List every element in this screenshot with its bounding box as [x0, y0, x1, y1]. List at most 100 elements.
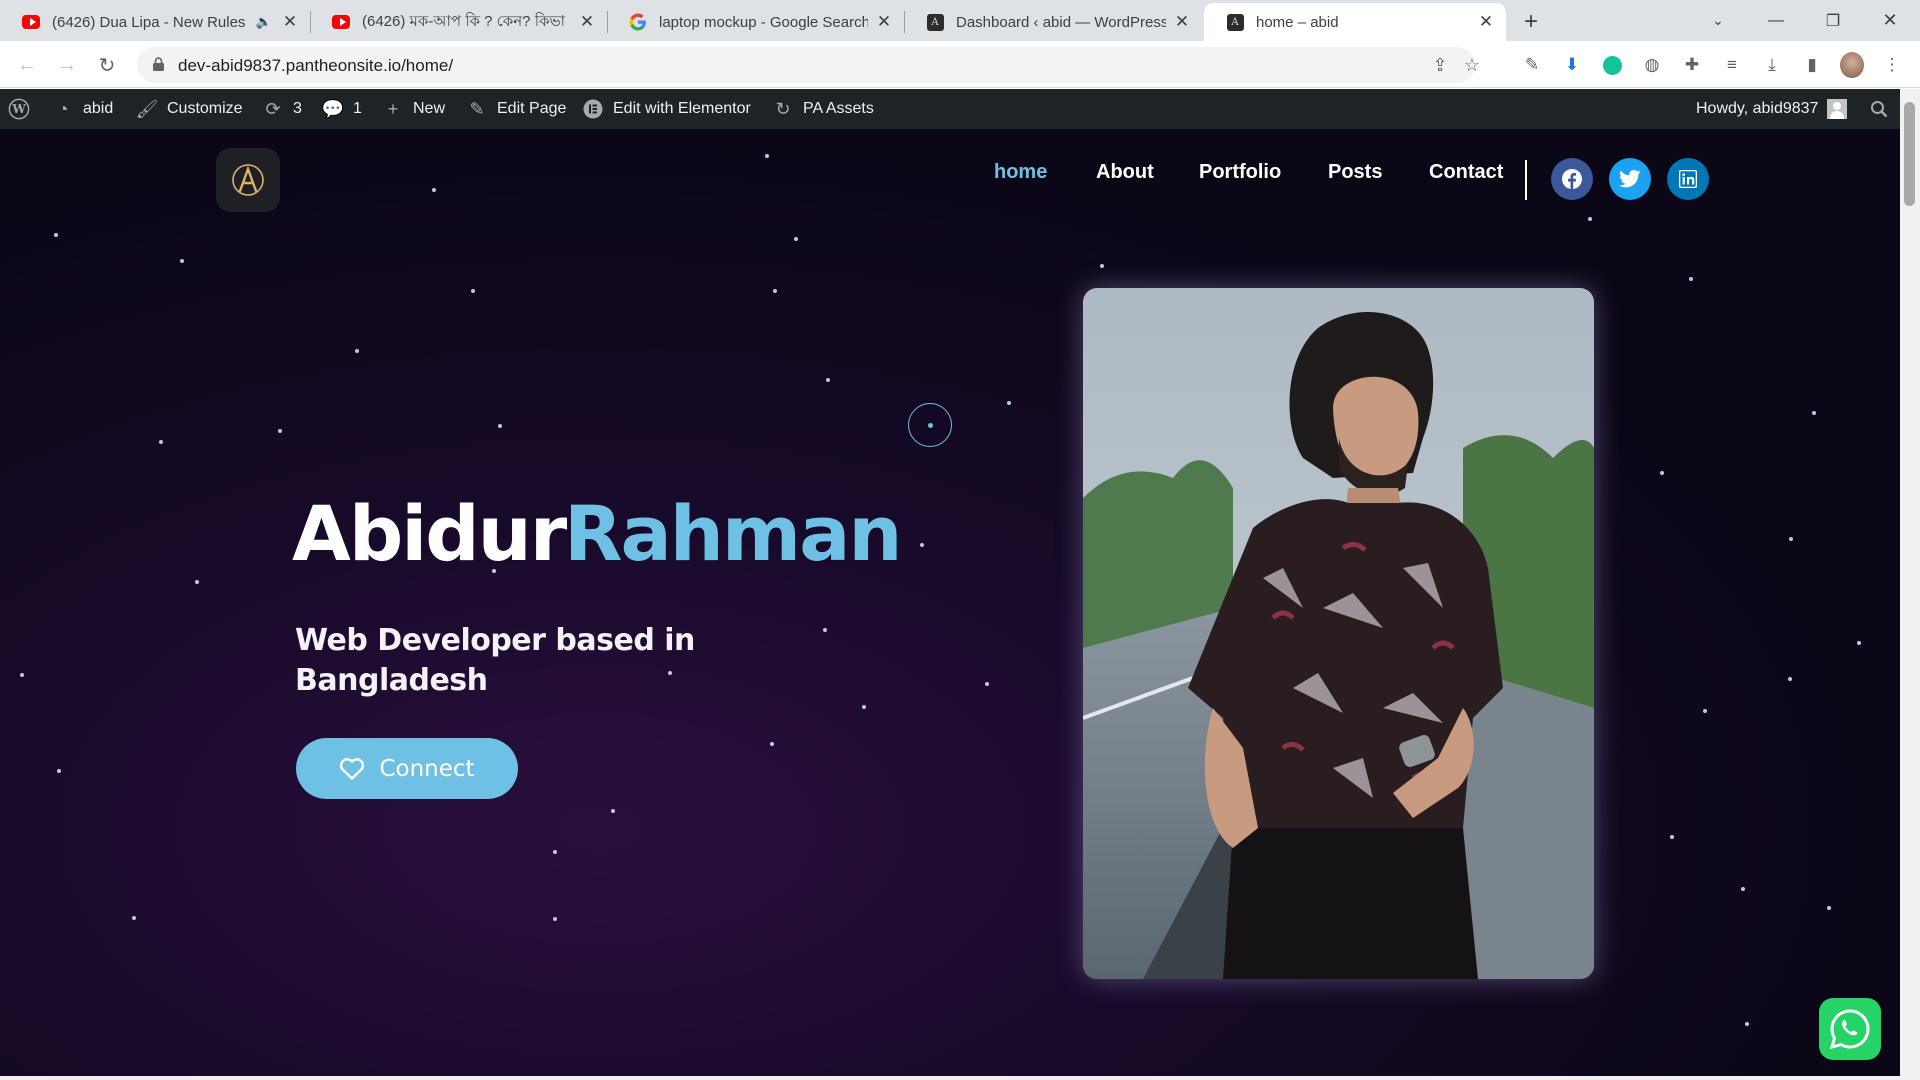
pencil-icon: ✎ [469, 98, 485, 119]
connect-button[interactable]: Connect [296, 738, 518, 799]
tab-title: (6426) Dua Lipa - New Rules [52, 13, 246, 31]
downloads-icon[interactable]: ⤓ [1760, 53, 1784, 77]
site-logo[interactable] [216, 148, 280, 212]
tab-title: home – abid [1256, 13, 1339, 31]
admin-new-content[interactable]: + New [382, 89, 445, 129]
site-logo-mark-icon [232, 164, 264, 196]
linkedin-icon [1679, 170, 1697, 188]
facebook-icon [1562, 169, 1582, 189]
scrollbar-thumb[interactable] [1904, 102, 1915, 206]
admin-search[interactable] [1868, 89, 1890, 129]
tab-title: (6426) মক-আপ কি ? কেন? কিভা [362, 12, 566, 30]
twitter-button[interactable] [1609, 158, 1651, 200]
hero-subtitle: Web Developer based in Bangladesh [295, 623, 695, 698]
download-manager-extension-icon[interactable]: ⬇ [1560, 53, 1584, 77]
nav-about[interactable]: About [1096, 161, 1154, 184]
elementor-label: Edit with Elementor [613, 100, 751, 117]
address-bar[interactable]: dev-abid9837.pantheonsite.io/home/ ⇪ ☆ [137, 47, 1480, 83]
media-controls-icon[interactable]: ≡ [1720, 53, 1744, 77]
connect-label: Connect [379, 755, 475, 782]
wordpress-logo-icon: W [8, 98, 30, 120]
tab-home-abid[interactable]: A home – abid ✕ [1204, 3, 1506, 41]
share-icon[interactable]: ⇪ [1429, 54, 1451, 76]
close-tab-icon[interactable]: ✕ [577, 12, 597, 32]
search-icon [1868, 98, 1890, 120]
globe-extension-icon[interactable]: ◍ [1640, 53, 1664, 77]
heart-icon [340, 757, 365, 780]
speaker-muted-icon[interactable]: 🔈 [254, 12, 274, 32]
updates-count: 3 [293, 100, 302, 117]
comment-bubble-icon: 💬 [321, 98, 345, 119]
lock-icon[interactable] [153, 57, 164, 71]
twitter-icon [1619, 169, 1641, 188]
linkedin-button[interactable] [1667, 158, 1709, 200]
youtube-icon [332, 13, 350, 31]
tab-search-chevron-icon[interactable]: ⌄ [1695, 0, 1741, 41]
nav-portfolio[interactable]: Portfolio [1199, 161, 1281, 184]
admin-pa-assets[interactable]: ↻ PA Assets [772, 89, 874, 129]
facebook-button[interactable] [1551, 158, 1593, 200]
elementor-icon [582, 98, 604, 120]
comments-count: 1 [353, 100, 362, 117]
close-tab-icon[interactable]: ✕ [1172, 12, 1192, 32]
profile-avatar[interactable] [1840, 52, 1864, 78]
dashboard-gauge-icon: ◔ [57, 98, 69, 119]
wordpress-site-icon: A [926, 13, 944, 31]
whatsapp-icon [1829, 1009, 1870, 1050]
url-text[interactable]: dev-abid9837.pantheonsite.io/home/ [178, 56, 453, 76]
nav-home[interactable]: home [994, 161, 1047, 184]
paintbrush-icon: 🖌 [135, 98, 159, 119]
custom-cursor-dot [928, 423, 933, 428]
bookmark-star-icon[interactable]: ☆ [1461, 54, 1483, 76]
new-tab-button[interactable]: + [1516, 7, 1546, 37]
whatsapp-chat-button[interactable] [1819, 998, 1881, 1060]
hero-first-name: Abidur [292, 489, 567, 578]
wordpress-site-icon: A [1226, 13, 1244, 31]
tab-strip: (6426) Dua Lipa - New Rules 🔈 ✕ (6426) ম… [0, 0, 1920, 41]
grammarly-extension-icon[interactable] [1600, 53, 1624, 77]
page-scrollbar[interactable] [1900, 89, 1920, 1080]
chrome-menu-icon[interactable]: ⋮ [1880, 53, 1904, 77]
reload-button[interactable]: ↻ [92, 50, 122, 80]
nav-posts[interactable]: Posts [1328, 161, 1382, 184]
admin-updates[interactable]: ⟳ 3 [262, 89, 302, 129]
wp-logo-menu[interactable]: W [8, 89, 30, 129]
close-tab-icon[interactable]: ✕ [1476, 12, 1496, 32]
pa-assets-label: PA Assets [803, 100, 874, 117]
tab-title: Dashboard ‹ abid — WordPress [956, 13, 1166, 31]
wp-admin-bar: W ◔ abid 🖌 Customize ⟳ 3 💬 1 + New ✎ Edi… [0, 89, 1900, 129]
admin-edit-elementor[interactable]: Edit with Elementor [582, 89, 751, 129]
tab-wp-dashboard[interactable]: A Dashboard ‹ abid — WordPress ✕ [904, 3, 1202, 41]
horizontal-scroll-track [0, 1076, 1900, 1080]
browser-toolbar: ← → ↻ dev-abid9837.pantheonsite.io/home/… [0, 41, 1920, 88]
side-panel-icon[interactable]: ▮ [1800, 53, 1824, 77]
howdy-label: Howdy, abid9837 [1696, 100, 1819, 117]
close-window-button[interactable]: ✕ [1867, 0, 1913, 41]
updates-icon: ⟳ [265, 98, 281, 119]
new-label: New [413, 100, 446, 117]
extensions-puzzle-icon[interactable]: ✚ [1680, 53, 1704, 77]
admin-account-menu[interactable]: Howdy, abid9837 [1696, 89, 1848, 129]
close-tab-icon[interactable]: ✕ [874, 12, 894, 32]
eyedropper-extension-icon[interactable]: ✎ [1520, 53, 1544, 77]
minimize-button[interactable]: — [1753, 0, 1799, 41]
forward-button[interactable]: → [52, 50, 82, 80]
back-button[interactable]: ← [12, 50, 42, 80]
admin-site-name[interactable]: ◔ abid [52, 89, 114, 129]
user-avatar-icon [1827, 99, 1848, 119]
refresh-icon: ↻ [775, 98, 791, 119]
profile-photo [1083, 288, 1594, 979]
hero-section: home About Portfolio Posts Contact Abidu… [0, 129, 1900, 1080]
tab-mockup-video[interactable]: (6426) মক-আপ কি ? কেন? কিভা ✕ [310, 3, 607, 41]
tab-google-search[interactable]: laptop mockup - Google Search ✕ [607, 3, 904, 41]
plus-icon: + [387, 98, 399, 119]
admin-edit-page[interactable]: ✎ Edit Page [466, 89, 566, 129]
customize-label: Customize [167, 100, 243, 117]
site-name-label: abid [83, 100, 114, 117]
restore-button[interactable]: ❐ [1810, 0, 1856, 41]
nav-contact[interactable]: Contact [1429, 161, 1503, 184]
tab-dua-lipa[interactable]: (6426) Dua Lipa - New Rules 🔈 ✕ [0, 3, 310, 41]
admin-customize[interactable]: 🖌 Customize [136, 89, 243, 129]
admin-comments[interactable]: 💬 1 [322, 89, 362, 129]
close-tab-icon[interactable]: ✕ [280, 12, 300, 32]
